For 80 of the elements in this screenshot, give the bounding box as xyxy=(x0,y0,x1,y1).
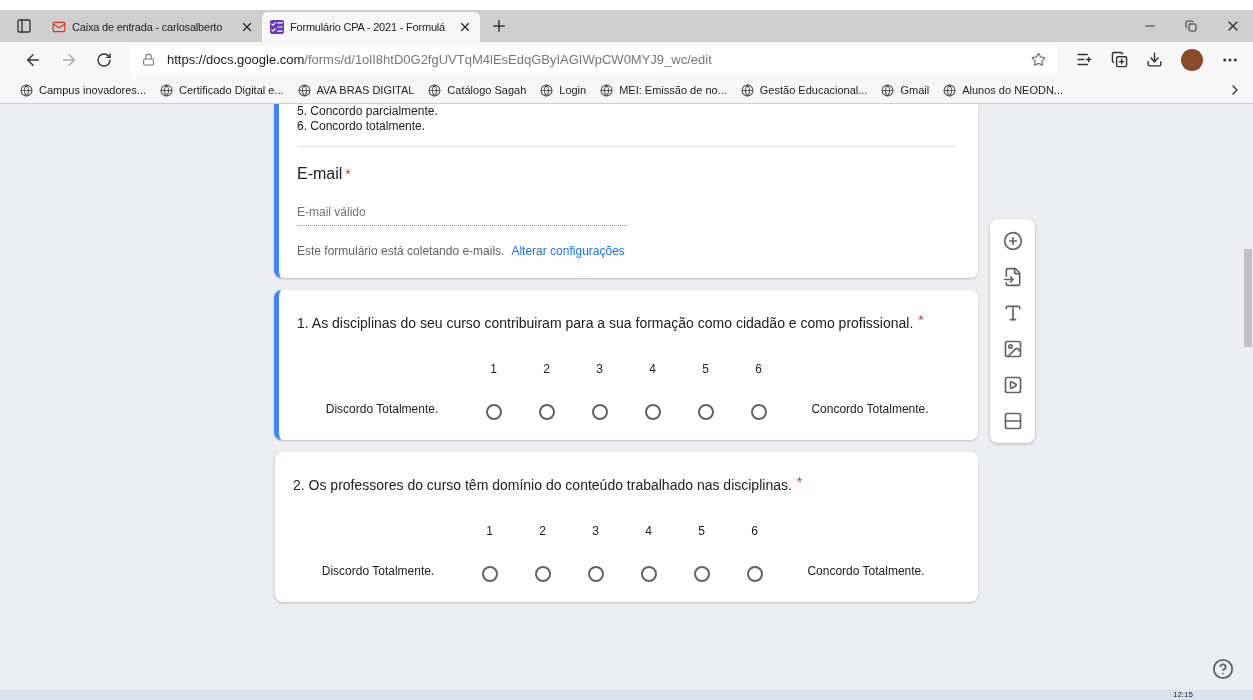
question-title: 2. Os professores do curso têm domínio do conteúdo trabalhado nas disciplinas. xyxy=(293,476,792,495)
radio-button[interactable] xyxy=(538,404,555,420)
settings-link[interactable]: Alterar configurações xyxy=(511,244,625,258)
bookmark-icon xyxy=(540,83,554,97)
radio-button[interactable] xyxy=(485,404,502,420)
radio-button[interactable] xyxy=(587,566,604,582)
add-icon[interactable] xyxy=(1002,231,1023,251)
bookmark-icon xyxy=(740,83,754,97)
download-icon[interactable] xyxy=(1146,51,1163,68)
bookmark-link[interactable]: Gestão Educacional... xyxy=(740,83,868,97)
avatar-icon[interactable] xyxy=(1181,48,1203,71)
restore-icon[interactable] xyxy=(1185,20,1197,32)
bookmark-icon xyxy=(297,83,311,97)
bookmark-icon xyxy=(600,83,614,97)
scale-label: Concordo Totalmente. xyxy=(810,402,930,418)
scale-number: 1 xyxy=(486,524,493,538)
bookmark-link[interactable]: AVA BRAS DIGITAL xyxy=(297,83,415,97)
notice-text: Este formulário está coletando e-mails. xyxy=(297,244,505,258)
option-text: 5. Concordo parcialmente. xyxy=(297,104,439,119)
radio-button[interactable] xyxy=(591,404,608,420)
bookmark-icon xyxy=(20,83,33,97)
radio-button[interactable] xyxy=(750,404,767,420)
radio-button[interactable] xyxy=(697,404,714,420)
scale-label: Discordo Totalmente. xyxy=(320,564,436,580)
scale-number: 2 xyxy=(539,524,546,538)
video-icon[interactable] xyxy=(1002,375,1023,395)
tab-actions-icon[interactable] xyxy=(16,18,32,34)
required-mark: * xyxy=(345,166,351,182)
collections-icon[interactable] xyxy=(1111,51,1128,68)
bookmark-link[interactable]: Alunos do NEODN... xyxy=(943,83,1064,97)
bookmark-icon xyxy=(881,83,895,97)
bookmark-link[interactable]: Certificado Digital e... xyxy=(160,83,284,97)
scale-number: 1 xyxy=(490,362,497,376)
required-mark: * xyxy=(918,312,924,328)
help-icon[interactable] xyxy=(1212,658,1234,680)
scale-number: 3 xyxy=(592,524,599,538)
radio-button[interactable] xyxy=(640,566,657,582)
scale-number: 4 xyxy=(649,362,656,376)
favorites-icon[interactable] xyxy=(1076,51,1093,68)
radio-button[interactable] xyxy=(693,566,710,582)
close-icon[interactable] xyxy=(240,20,254,34)
scale-number: 5 xyxy=(702,362,709,376)
scale-label: Concordo Totalmente. xyxy=(806,564,926,580)
radio-button[interactable] xyxy=(481,566,498,582)
new-tab-icon[interactable] xyxy=(490,17,508,35)
scale-number: 6 xyxy=(755,362,762,376)
required-mark: * xyxy=(796,474,803,490)
scale-number: 3 xyxy=(596,362,603,376)
bookmark-icon xyxy=(943,83,957,97)
reload-icon[interactable] xyxy=(96,51,112,68)
scale-number: 2 xyxy=(543,362,550,376)
mail-icon xyxy=(52,20,66,34)
bookmark-link[interactable]: Gmail xyxy=(881,83,930,97)
bookmark-icon xyxy=(160,83,173,97)
section-icon[interactable] xyxy=(1002,411,1023,431)
lock-icon xyxy=(142,53,155,66)
radio-button[interactable] xyxy=(534,566,551,582)
bookmark-icon xyxy=(428,83,442,97)
scale-number: 5 xyxy=(698,524,705,538)
image-icon[interactable] xyxy=(1002,339,1023,359)
import-icon[interactable] xyxy=(1002,267,1023,287)
radio-button[interactable] xyxy=(644,404,661,420)
bookmark-link[interactable]: Catálogo Sagah xyxy=(428,83,527,97)
browser-tab[interactable]: Caixa de entrada - carlosalberto xyxy=(44,12,262,42)
scale-number: 4 xyxy=(645,524,652,538)
scale-number: 6 xyxy=(751,524,758,538)
bookmark-link[interactable]: MEI: Emissão de no... xyxy=(600,83,727,97)
address-bar[interactable]: https://docs.google.com/forms/d/1olI8htD0G2fgUVTqM4lEsEdqGByIAGIWpCW0MYJ9_wc/edit xyxy=(130,45,1058,74)
scale-label: Discordo Totalmente. xyxy=(324,402,440,418)
bookmark-link[interactable]: Login xyxy=(540,83,587,97)
close-icon[interactable] xyxy=(458,20,472,34)
url-text: https://docs.google.com/forms/d/1olI8htD0G2fgUVTqM4lEsEdqGByIAGIWpCW0MYJ9_wc/edit xyxy=(167,52,713,67)
option-text: 6. Concordo totalmente. xyxy=(297,119,427,134)
browser-tab[interactable]: Formulário CPA - 2021 - Formulá xyxy=(262,12,480,42)
bookmark-link[interactable]: Campus inovadores... xyxy=(20,83,146,97)
clock-text: 12:15 xyxy=(1172,690,1193,700)
field-title: E-mail xyxy=(297,165,343,182)
radio-button[interactable] xyxy=(746,566,763,582)
form-icon xyxy=(270,20,284,34)
question-title: 1. As disciplinas do seu curso contribuiram para a sua formação como cidadão e como profissional. xyxy=(297,314,914,333)
